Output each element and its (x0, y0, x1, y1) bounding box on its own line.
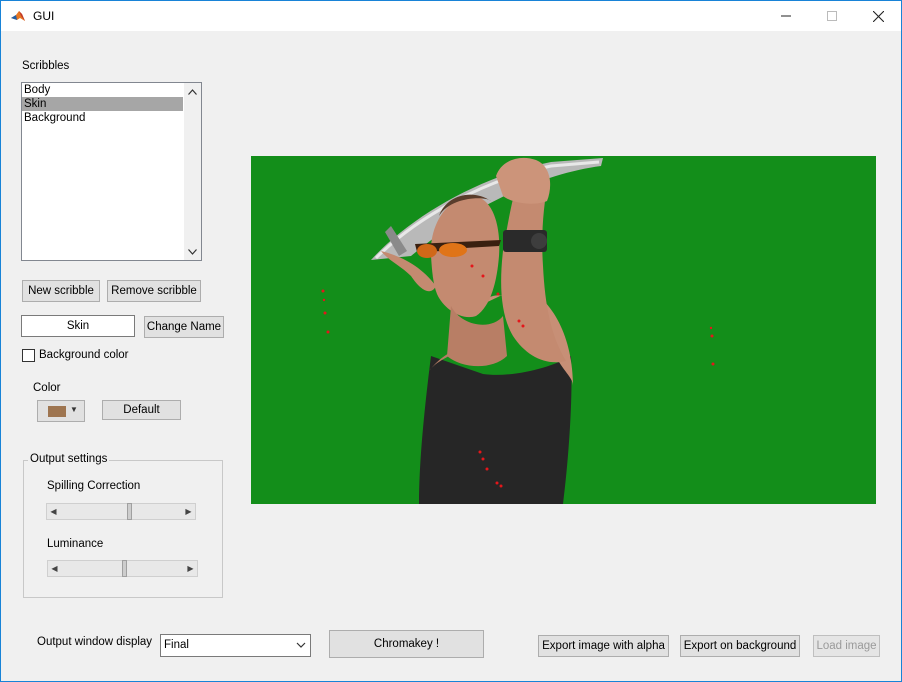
scroll-up-icon[interactable] (184, 83, 201, 100)
output-settings-title: Output settings (28, 453, 110, 465)
preview-photo (251, 156, 876, 504)
slider-right-icon[interactable]: ▶ (182, 504, 195, 519)
color-label: Color (33, 382, 61, 394)
output-window-display-label: Output window display (37, 636, 153, 648)
export-background-button[interactable]: Export on background (680, 635, 800, 657)
scribbles-list[interactable]: Body Skin Background (21, 82, 202, 261)
list-scrollbar[interactable] (184, 83, 201, 260)
color-swatch (48, 406, 66, 417)
slider-left-icon[interactable]: ◀ (47, 504, 60, 519)
chevron-down-icon (296, 642, 306, 648)
minimize-icon (781, 15, 791, 17)
list-item-skin[interactable]: Skin (22, 97, 183, 111)
maximize-icon (827, 11, 837, 21)
spilling-correction-slider[interactable]: ◀ ▶ (46, 503, 196, 520)
dropdown-arrow-icon: ▼ (70, 405, 78, 414)
title-bar: GUI (1, 1, 901, 31)
background-color-checkbox[interactable] (22, 349, 35, 362)
spilling-correction-label: Spilling Correction (47, 480, 141, 492)
color-picker-button[interactable]: ▼ (37, 400, 85, 422)
slider-thumb[interactable] (127, 503, 132, 520)
new-scribble-button[interactable]: New scribble (22, 280, 100, 302)
luminance-label: Luminance (47, 538, 104, 550)
luminance-slider[interactable]: ◀ ▶ (47, 560, 198, 577)
minimize-button[interactable] (763, 1, 809, 31)
close-button[interactable] (855, 1, 901, 31)
maximize-button[interactable] (809, 1, 855, 31)
scroll-down-icon[interactable] (184, 243, 201, 260)
close-icon (872, 10, 884, 22)
list-item-background[interactable]: Background (22, 111, 183, 125)
list-item-body[interactable]: Body (22, 83, 183, 97)
chroma-preview-image[interactable] (251, 156, 876, 504)
window-title: GUI (33, 9, 55, 23)
default-color-button[interactable]: Default (102, 400, 181, 420)
output-window-display-value: Final (164, 639, 189, 651)
remove-scribble-button[interactable]: Remove scribble (107, 280, 201, 302)
app-window: GUI Scribbles Body Skin Background New s… (0, 0, 902, 682)
slider-right-icon[interactable]: ▶ (184, 561, 197, 576)
scribble-name-input[interactable]: Skin (21, 315, 135, 337)
chromakey-button[interactable]: Chromakey ! (329, 630, 484, 658)
matlab-icon (10, 8, 26, 24)
load-image-button: Load image (813, 635, 880, 657)
scribbles-label: Scribbles (22, 60, 70, 72)
background-color-label: Background color (39, 349, 129, 361)
export-alpha-button[interactable]: Export image with alpha (538, 635, 669, 657)
slider-left-icon[interactable]: ◀ (48, 561, 61, 576)
change-name-button[interactable]: Change Name (144, 316, 224, 338)
slider-thumb[interactable] (122, 560, 127, 577)
output-window-display-select[interactable]: Final (160, 634, 311, 657)
